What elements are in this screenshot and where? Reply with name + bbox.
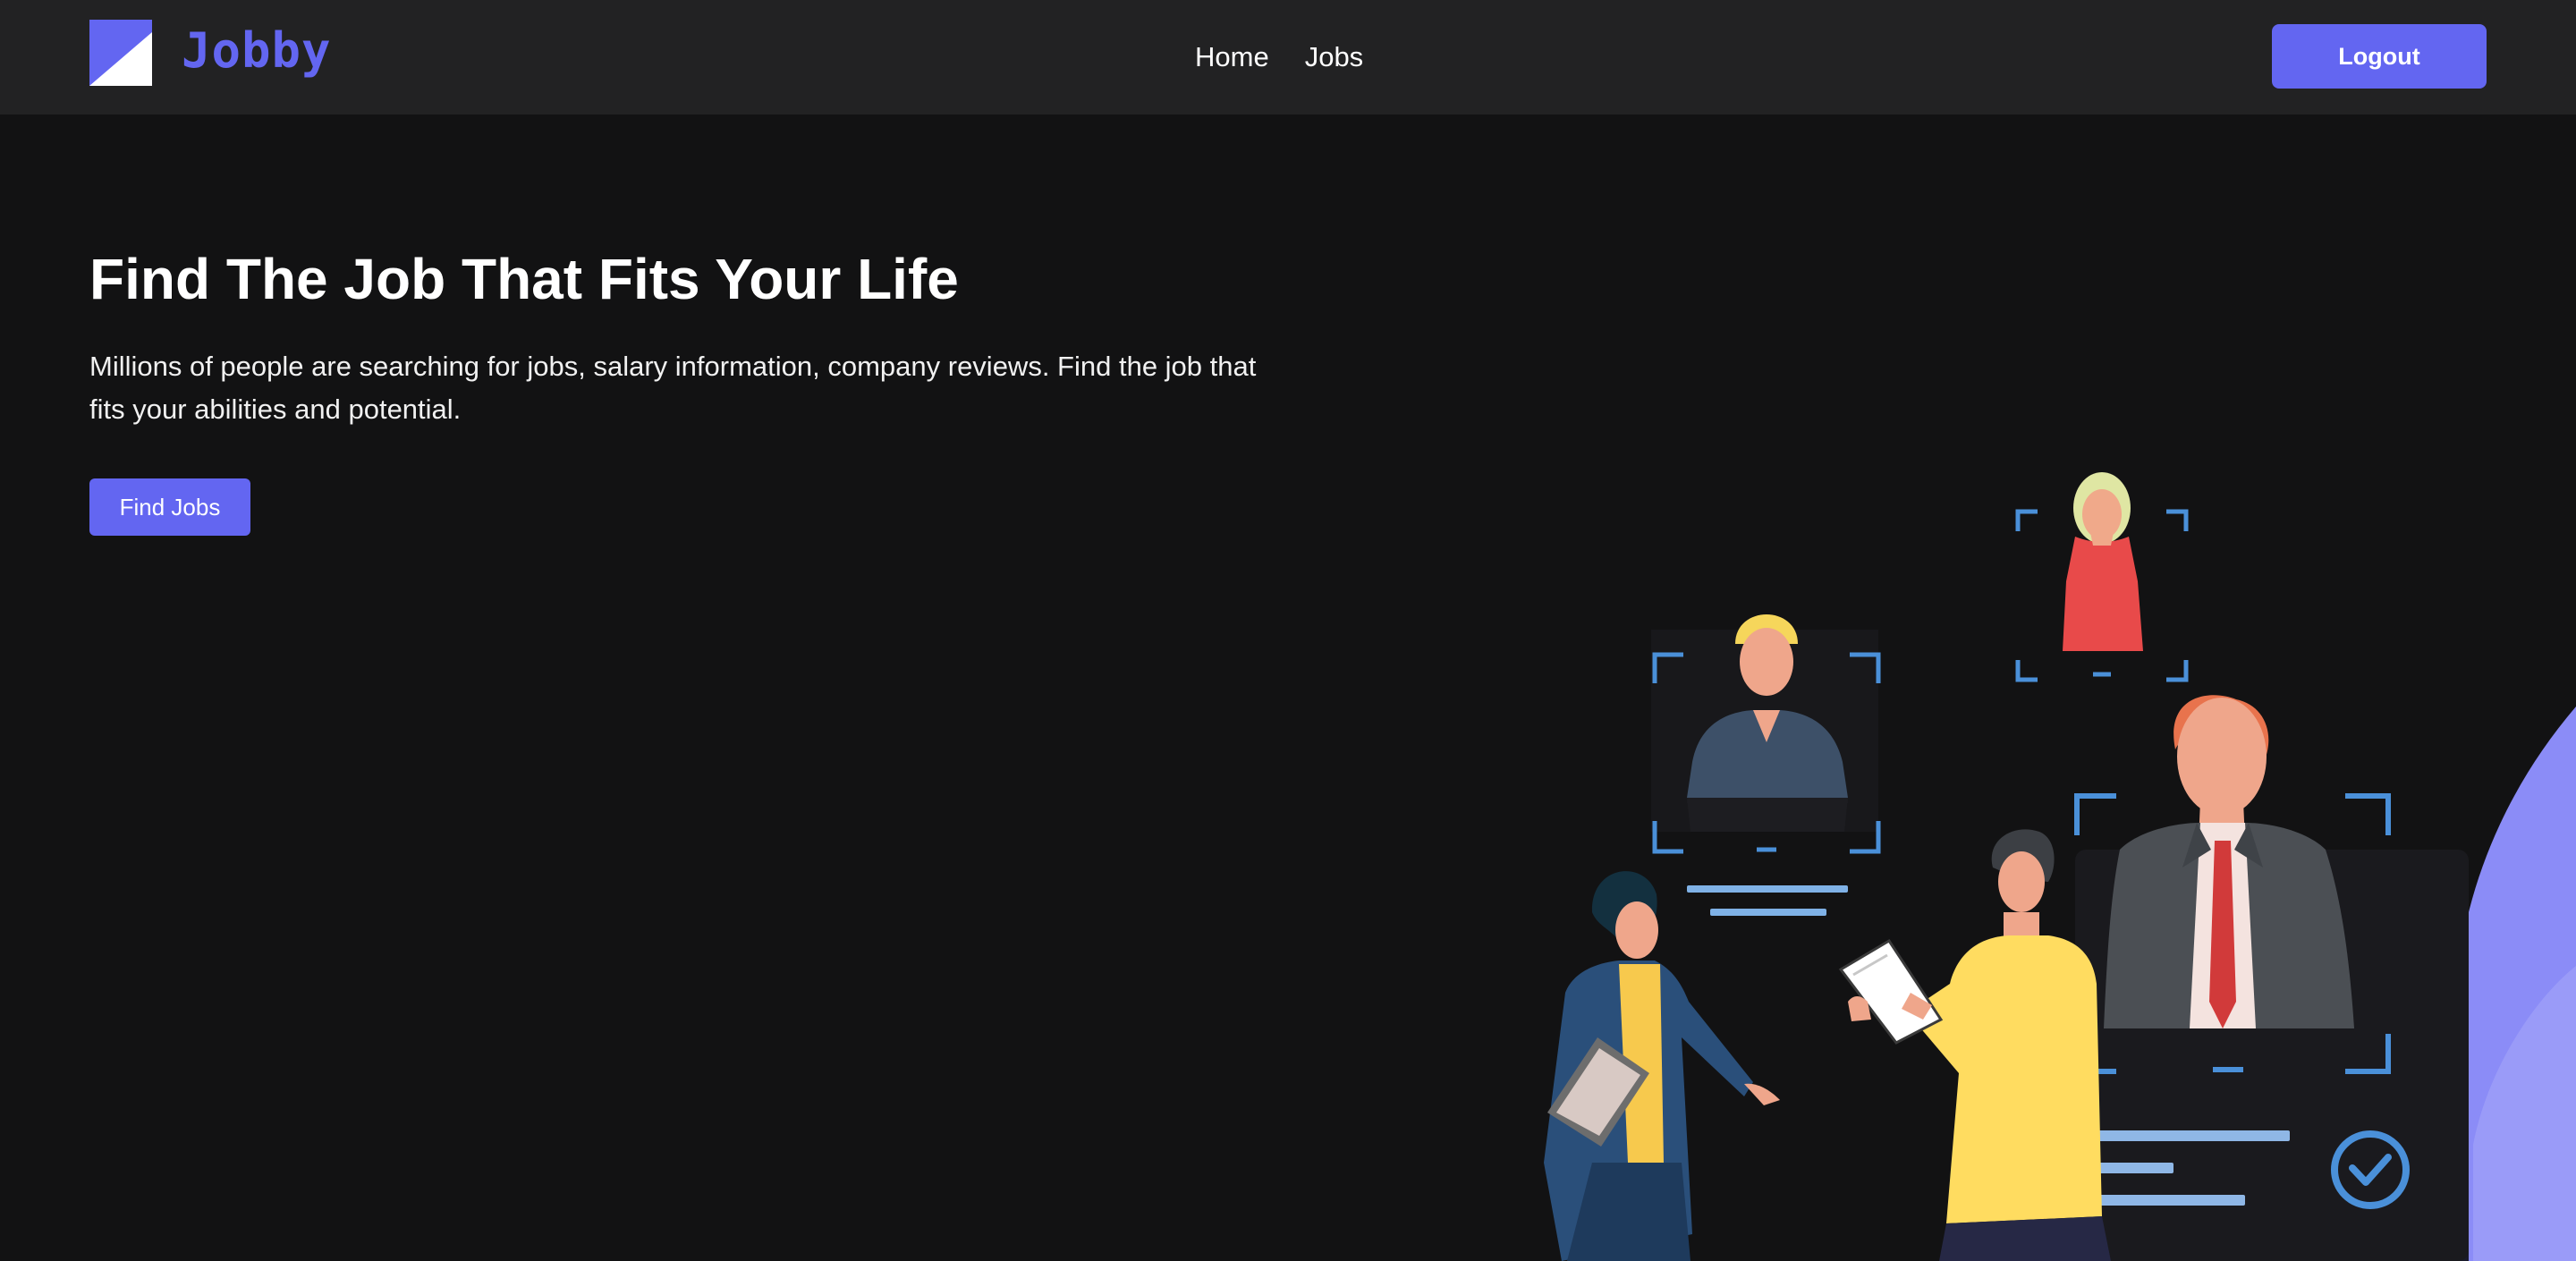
text-line	[2075, 1130, 2290, 1141]
nav-link-home[interactable]: Home	[1195, 39, 1269, 75]
text-line	[1710, 909, 1826, 916]
navbar: Jobby Home Jobs Logout	[0, 0, 2576, 114]
text-line	[1687, 885, 1848, 893]
hero-title: Find The Job That Fits Your Life	[89, 247, 959, 311]
interviewer-man-icon	[1838, 829, 2111, 1261]
hiring-illustration	[1544, 472, 2576, 1261]
logout-button[interactable]: Logout	[2272, 24, 2487, 89]
jobby-logo-icon	[89, 20, 152, 86]
logo-link[interactable]: Jobby	[89, 18, 331, 89]
logo-text: Jobby	[182, 22, 332, 79]
man-avatar-icon	[1651, 614, 1881, 854]
nav-links: Home Jobs	[1195, 39, 1363, 75]
nav-link-jobs[interactable]: Jobs	[1305, 39, 1363, 75]
hero-description: Millions of people are searching for job…	[89, 351, 1257, 425]
recruiter-woman-icon	[1544, 871, 1780, 1261]
find-jobs-button[interactable]: Find Jobs	[89, 478, 250, 536]
woman-avatar-icon	[2015, 472, 2189, 682]
